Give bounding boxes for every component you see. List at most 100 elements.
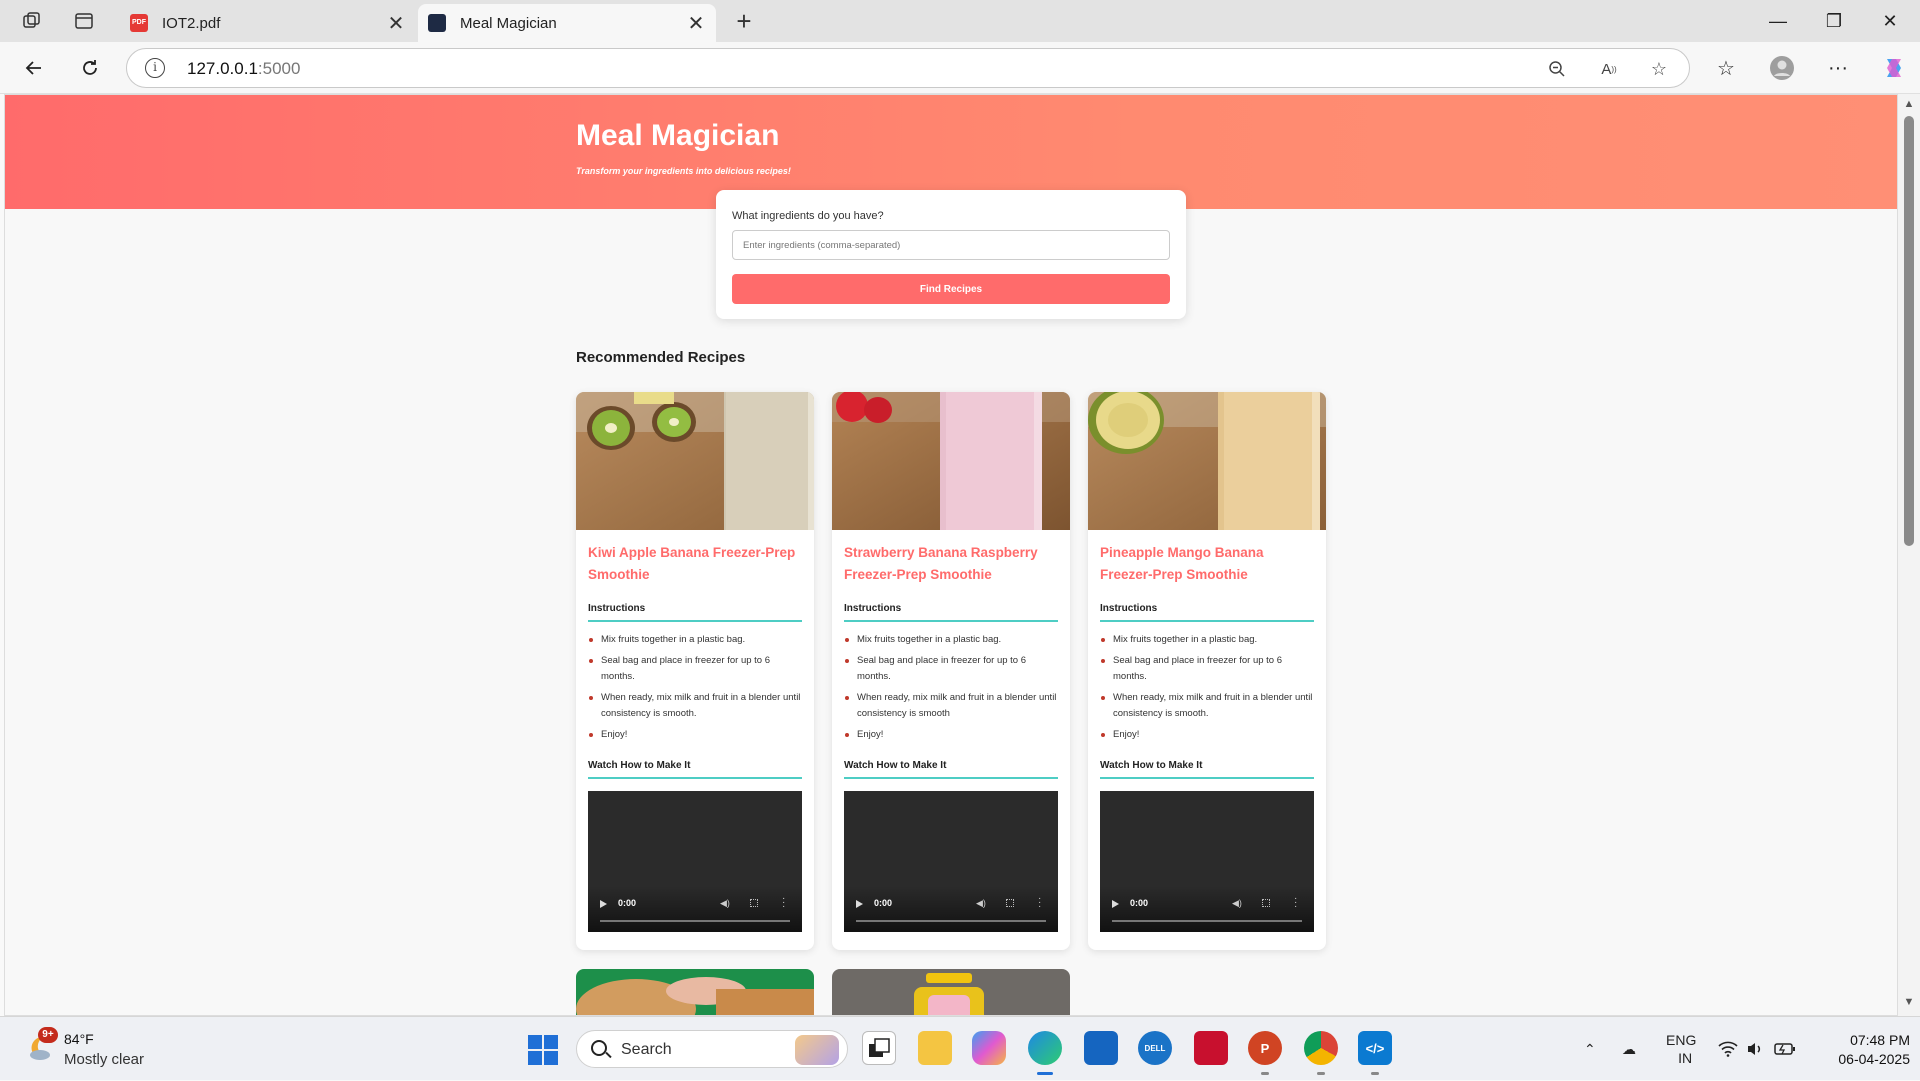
tab-actions-icon[interactable]: [72, 9, 96, 33]
search-label: Search: [621, 1041, 672, 1058]
mcafee-icon[interactable]: [1194, 1031, 1228, 1065]
url-host: 127.0.0.1: [187, 59, 258, 78]
scrollbar-thumb[interactable]: [1904, 116, 1914, 546]
video-progress-track[interactable]: [856, 920, 1046, 922]
recipe-video-player[interactable]: 0:00 ◀) · · ·: [1100, 791, 1314, 932]
video-controls: 0:00 ◀) · · ·: [588, 886, 802, 932]
clock-time: 07:48 PM: [1850, 1032, 1910, 1048]
page-scrollbar[interactable]: ▲ ▼: [1898, 94, 1920, 1016]
weather-badge: 9+: [38, 1027, 58, 1043]
instruction-step: When ready, mix milk and fruit in a blen…: [1100, 690, 1314, 722]
volume-icon[interactable]: ◀): [720, 898, 730, 908]
powerpoint-icon[interactable]: P: [1248, 1031, 1282, 1065]
copilot-icon[interactable]: [1880, 54, 1908, 82]
recipe-card-partial[interactable]: [832, 969, 1070, 1015]
fullscreen-icon[interactable]: [750, 899, 758, 907]
ingredients-label: What ingredients do you have?: [732, 210, 884, 222]
recipe-title[interactable]: Pineapple Mango Banana Freezer-Prep Smoo…: [1100, 542, 1314, 586]
language-indicator[interactable]: ENG IN: [1666, 1017, 1696, 1081]
show-hidden-icons[interactable]: ⌃: [1584, 1017, 1596, 1081]
video-heading: Watch How to Make It: [844, 760, 1058, 779]
scroll-up-icon[interactable]: ▲: [1903, 98, 1915, 110]
recipe-title[interactable]: Kiwi Apple Banana Freezer-Prep Smoothie: [588, 542, 802, 586]
fullscreen-icon[interactable]: [1006, 899, 1014, 907]
video-progress-track[interactable]: [1112, 920, 1302, 922]
copilot-app-icon[interactable]: [972, 1031, 1006, 1065]
minimize-button[interactable]: —: [1750, 0, 1806, 42]
fullscreen-icon[interactable]: [1262, 899, 1270, 907]
dell-app-icon[interactable]: DELL: [1138, 1031, 1172, 1065]
volume-icon[interactable]: ◀): [976, 898, 986, 908]
url-text[interactable]: 127.0.0.1:5000: [187, 59, 300, 79]
recipe-video-player[interactable]: 0:00 ◀) · · ·: [844, 791, 1058, 932]
close-tab-icon[interactable]: ✕: [684, 11, 708, 36]
scroll-down-icon[interactable]: ▼: [1903, 996, 1915, 1008]
video-controls: 0:00 ◀) · · ·: [1100, 886, 1314, 932]
video-controls: 0:00 ◀) · · ·: [844, 886, 1058, 932]
new-tab-icon[interactable]: +: [732, 6, 756, 36]
play-icon[interactable]: [856, 900, 863, 908]
recipe-title[interactable]: Strawberry Banana Raspberry Freezer-Prep…: [844, 542, 1058, 586]
read-aloud-icon[interactable]: A)): [1597, 57, 1621, 81]
weather-condition[interactable]: Mostly clear: [64, 1051, 144, 1068]
play-icon[interactable]: [600, 900, 607, 908]
video-progress-track[interactable]: [600, 920, 790, 922]
zoom-out-icon[interactable]: [1545, 57, 1569, 81]
play-icon[interactable]: [1112, 900, 1119, 908]
taskbar-search[interactable]: Search: [576, 1030, 848, 1068]
volume-icon[interactable]: ◀): [1232, 898, 1242, 908]
terminal-icon: [428, 14, 446, 32]
start-button[interactable]: [528, 1035, 558, 1065]
video-more-icon[interactable]: · · ·: [1038, 894, 1041, 912]
chrome-icon[interactable]: [1304, 1031, 1338, 1065]
address-bar[interactable]: i 127.0.0.1:5000 A)) ☆: [126, 48, 1690, 88]
instructions-heading: Instructions: [588, 603, 802, 622]
workspaces-icon[interactable]: [20, 9, 44, 33]
refresh-button[interactable]: [76, 54, 104, 82]
video-heading: Watch How to Make It: [1100, 760, 1314, 779]
volume-icon[interactable]: [1746, 1017, 1764, 1081]
battery-icon[interactable]: [1774, 1017, 1796, 1081]
ingredients-input[interactable]: [732, 230, 1170, 260]
find-recipes-button[interactable]: Find Recipes: [732, 274, 1170, 304]
instruction-step: Enjoy!: [1100, 727, 1314, 743]
more-menu-icon[interactable]: ···: [1824, 54, 1852, 82]
recipe-card: Strawberry Banana Raspberry Freezer-Prep…: [832, 392, 1070, 950]
tab-meal-magician[interactable]: Meal Magician ✕: [418, 4, 716, 42]
microsoft-store-icon[interactable]: [1084, 1031, 1118, 1065]
recipe-card: Pineapple Mango Banana Freezer-Prep Smoo…: [1088, 392, 1326, 950]
app-running-indicator: [1371, 1072, 1379, 1075]
instruction-step: Seal bag and place in freezer for up to …: [1100, 653, 1314, 685]
video-more-icon[interactable]: · · ·: [782, 894, 785, 912]
instructions-heading: Instructions: [1100, 603, 1314, 622]
instructions-list: Mix fruits together in a plastic bag. Se…: [844, 632, 1058, 748]
back-button[interactable]: [20, 54, 48, 82]
recipe-card-partial[interactable]: [576, 969, 814, 1015]
video-heading: Watch How to Make It: [588, 760, 802, 779]
instruction-step: Mix fruits together in a plastic bag.: [844, 632, 1058, 648]
profile-avatar[interactable]: [1768, 54, 1796, 82]
task-view-icon[interactable]: [862, 1031, 896, 1065]
instructions-heading: Instructions: [844, 603, 1058, 622]
video-time: 0:00: [1130, 898, 1149, 908]
windows-taskbar: 9+ 84°F Mostly clear Search DELL P </> ⌃…: [0, 1016, 1920, 1080]
favorites-icon[interactable]: ☆: [1712, 54, 1740, 82]
wifi-icon[interactable]: [1718, 1017, 1738, 1081]
edge-active-indicator: [1037, 1072, 1053, 1075]
file-explorer-icon[interactable]: [918, 1031, 952, 1065]
tab-iot2-pdf[interactable]: PDF IOT2.pdf ✕: [120, 4, 416, 42]
weather-temperature[interactable]: 84°F: [64, 1031, 94, 1047]
close-window-button[interactable]: ✕: [1862, 0, 1918, 42]
close-tab-icon[interactable]: ✕: [384, 11, 408, 36]
restore-button[interactable]: ❐: [1806, 0, 1862, 42]
site-info-icon[interactable]: i: [145, 58, 165, 78]
edge-browser-icon[interactable]: [1028, 1031, 1062, 1065]
system-clock[interactable]: 07:48 PM 06-04-2025: [1810, 1031, 1910, 1069]
instruction-step: Mix fruits together in a plastic bag.: [1100, 632, 1314, 648]
video-more-icon[interactable]: · · ·: [1294, 894, 1297, 912]
recipe-video-player[interactable]: 0:00 ◀) · · ·: [588, 791, 802, 932]
pdf-icon: PDF: [130, 14, 148, 32]
favorite-star-icon[interactable]: ☆: [1647, 57, 1671, 81]
onedrive-icon[interactable]: ☁: [1622, 1017, 1636, 1081]
vscode-icon[interactable]: </>: [1358, 1031, 1392, 1065]
